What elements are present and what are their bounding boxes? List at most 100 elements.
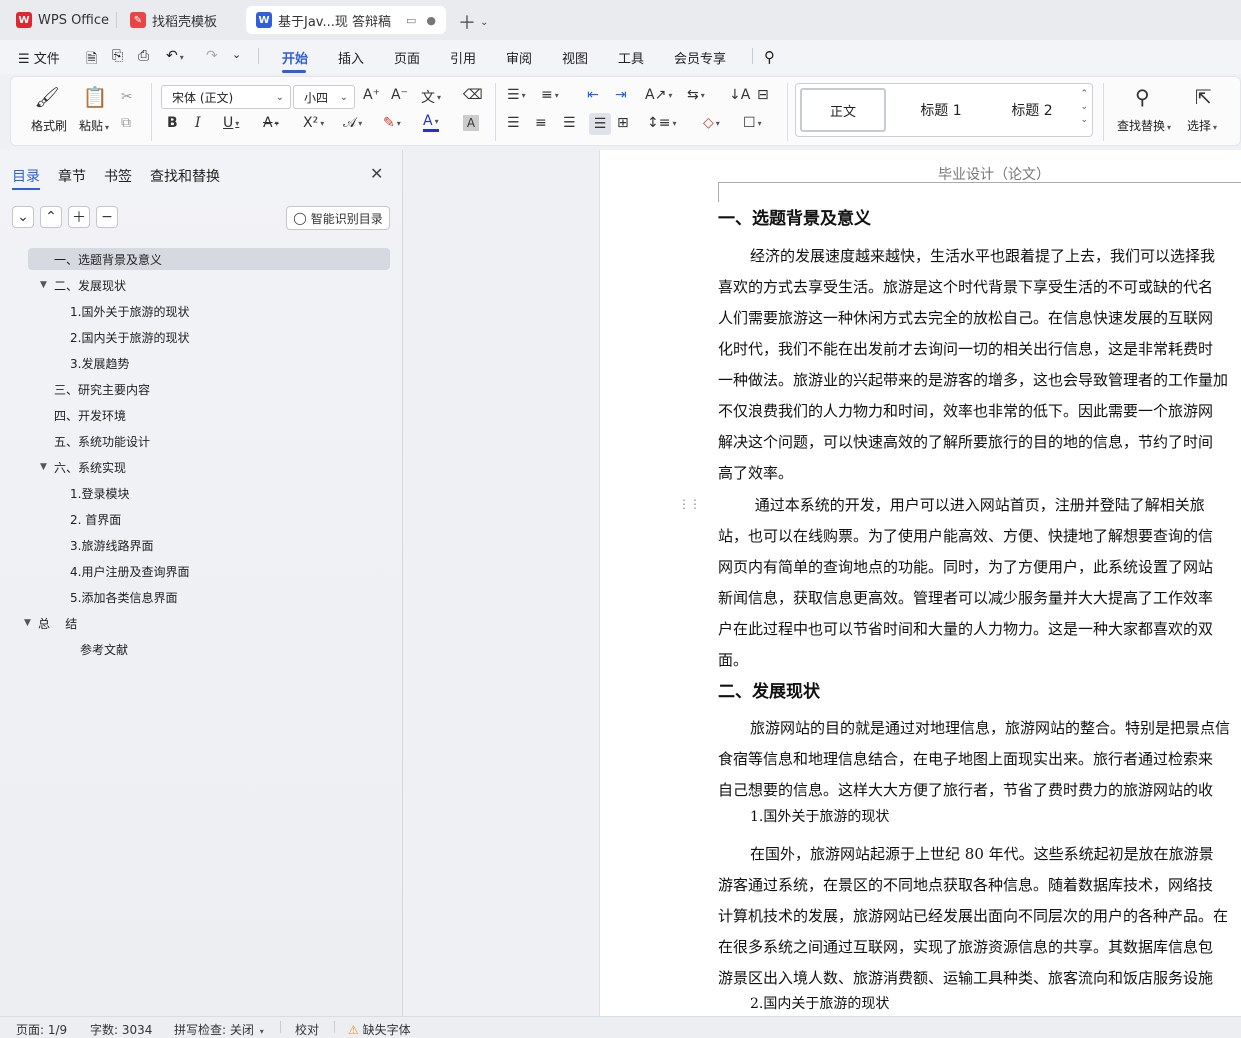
select-cursor-icon[interactable]: ⇱ [1195, 85, 1212, 109]
unsaved-dot-icon[interactable]: ● [426, 14, 436, 27]
font-color-icon[interactable]: A ▾ [423, 113, 439, 132]
toc-item[interactable]: 1.登录模块 [70, 482, 129, 504]
style-scroll[interactable]: ⌃ ⌄ ⌄ [1080, 88, 1088, 127]
format-painter-icon[interactable]: 🖌 [34, 85, 59, 109]
menu-view[interactable]: 视图 [562, 48, 588, 67]
drag-handle-icon[interactable]: ⋮⋮ [678, 497, 701, 511]
toc-item[interactable]: ▼ 六、系统实现 [28, 456, 126, 478]
expand-triangle-icon[interactable]: ▼ [40, 462, 47, 472]
paragraph-shading-icon[interactable]: ◇ ▾ [703, 115, 720, 131]
char-shading-icon[interactable]: A [463, 115, 479, 131]
phonetic-guide-icon[interactable]: 文 ▾ [421, 87, 441, 107]
border-icon[interactable]: ☐ ▾ [743, 115, 762, 131]
toc-item[interactable]: 一、选题背景及意义 [28, 248, 390, 270]
style-normal[interactable]: 正文 [800, 88, 886, 132]
toc-item[interactable]: 4.用户注册及查询界面 [70, 560, 189, 582]
toc-item[interactable]: 参考文献 [80, 638, 128, 660]
undo-icon[interactable]: ↶ ▾ [166, 48, 184, 64]
remove-entry-button[interactable]: − [96, 206, 118, 228]
proofread-button[interactable]: 校对 [295, 1021, 319, 1038]
text-effect-icon[interactable]: 𝒜 ▾ [343, 115, 362, 131]
tab-wps-office[interactable]: W WPS Office [6, 6, 112, 34]
print-preview-icon[interactable]: ⎙ [138, 48, 149, 64]
toc-item[interactable]: 三、研究主要内容 [28, 378, 150, 400]
page-indicator[interactable]: 页面: 1/9 [16, 1021, 67, 1038]
align-right-icon[interactable]: ☰ [563, 115, 576, 131]
select-button[interactable]: 选择 ▾ [1187, 117, 1217, 134]
toc-item[interactable]: ▼ 总 结 [20, 612, 77, 634]
smart-toc-button[interactable]: ◯ 智能识别目录 [286, 206, 390, 230]
menu-tools[interactable]: 工具 [618, 48, 644, 67]
strikethrough-icon[interactable]: A ▾ [263, 115, 279, 131]
tab-bookmarks[interactable]: 书签 [104, 166, 132, 186]
expand-up-button[interactable]: ⌃ [40, 206, 62, 228]
style-heading2[interactable]: 标题 2 [992, 88, 1072, 132]
show-marks-icon[interactable]: ⊟ [757, 87, 769, 103]
chevron-down-icon[interactable]: ⌄ [480, 17, 488, 28]
tab-toc[interactable]: 目录 [12, 166, 40, 186]
menu-review[interactable]: 审阅 [506, 48, 532, 67]
tab-document[interactable]: W 基于Jav...现 答辩稿 ▭ ● [246, 6, 446, 34]
numbered-list-icon[interactable]: ≡ ▾ [541, 87, 559, 103]
toc-item[interactable]: 五、系统功能设计 [28, 430, 150, 452]
clear-format-icon[interactable]: ⌫ [463, 87, 483, 103]
style-heading1[interactable]: 标题 1 [896, 88, 986, 132]
menu-insert[interactable]: 插入 [338, 48, 364, 67]
line-spacing-icon[interactable]: ↕≡ ▾ [647, 115, 676, 131]
sort-icon[interactable]: ⇆ ▾ [687, 87, 705, 103]
search-icon[interactable]: ⚲ [764, 48, 775, 66]
italic-icon[interactable]: I [195, 115, 201, 131]
menu-references[interactable]: 引用 [450, 48, 476, 67]
expand-triangle-icon[interactable]: ▼ [40, 280, 47, 290]
toc-item[interactable]: 1.国外关于旅游的现状 [70, 300, 189, 322]
bullet-list-icon[interactable]: ☰ ▾ [507, 87, 526, 103]
underline-icon[interactable]: U ▾ [223, 115, 239, 131]
toc-item[interactable]: 2.国内关于旅游的现状 [70, 326, 189, 348]
tab-daoke-template[interactable]: ✎ 找稻壳模板 [120, 6, 242, 34]
redo-icon[interactable]: ↷ [206, 48, 218, 64]
format-painter-button[interactable]: 格式刷 [31, 117, 67, 134]
copy-icon[interactable]: ⧉ [121, 115, 131, 131]
menu-page[interactable]: 页面 [394, 48, 420, 67]
save-icon[interactable]: 🗎 [86, 48, 97, 72]
toc-item[interactable]: 5.添加各类信息界面 [70, 586, 177, 608]
toc-item[interactable]: 3.发展趋势 [70, 352, 129, 374]
menu-home[interactable]: 开始 [282, 48, 308, 67]
shrink-font-icon[interactable]: A⁻ [391, 87, 408, 103]
missing-font-button[interactable]: ⚠ 缺失字体 [348, 1021, 411, 1038]
distribute-icon[interactable]: ⊞ [617, 115, 629, 131]
toc-item[interactable]: 3.旅游线路界面 [70, 534, 153, 556]
export-icon[interactable]: ⎘ [112, 48, 123, 64]
toc-item[interactable]: ▼ 二、发展现状 [28, 274, 126, 296]
grow-font-icon[interactable]: A⁺ [363, 87, 380, 103]
close-icon[interactable]: ✕ [370, 164, 383, 183]
menu-vip[interactable]: 会员专享 [674, 48, 726, 67]
file-menu[interactable]: ☰ 文件 [18, 48, 60, 67]
paste-button[interactable]: 粘贴 ▾ [79, 117, 109, 134]
sort-az-icon[interactable]: ↓A [729, 87, 750, 103]
tab-find-replace[interactable]: 查找和替换 [150, 166, 220, 186]
new-tab-button[interactable]: ＋ ⌄ [458, 9, 488, 35]
decrease-indent-icon[interactable]: ⇤ [587, 87, 599, 103]
screen-icon[interactable]: ▭ [406, 14, 416, 27]
word-count[interactable]: 字数: 3034 [90, 1021, 152, 1038]
font-name-select[interactable]: 宋体 (正文) ⌄ [161, 85, 291, 109]
font-size-select[interactable]: 小四 ⌄ [293, 85, 355, 109]
expand-triangle-icon[interactable]: ▼ [24, 618, 31, 628]
superscript-icon[interactable]: X² ▾ [303, 115, 324, 131]
toc-item[interactable]: 2. 首界面 [70, 508, 121, 530]
align-center-icon[interactable]: ≡ [535, 115, 547, 131]
increase-indent-icon[interactable]: ⇥ [615, 87, 627, 103]
find-replace-button[interactable]: 查找替换 ▾ [1117, 117, 1171, 134]
text-direction-icon[interactable]: A↗ ▾ [645, 87, 672, 103]
toc-item[interactable]: 四、开发环境 [28, 404, 126, 426]
tab-sections[interactable]: 章节 [58, 166, 86, 186]
highlight-icon[interactable]: ✎ ▾ [383, 115, 401, 131]
more-chevron-icon[interactable]: ⌄ [232, 48, 241, 61]
spell-check-toggle[interactable]: 拼写检查: 关闭 ▾ [174, 1021, 264, 1038]
align-left-icon[interactable]: ☰ [507, 115, 520, 131]
cut-icon[interactable]: ✂ [121, 89, 133, 105]
paste-icon[interactable]: 📋 [83, 85, 108, 109]
collapse-all-button[interactable]: ⌄ [12, 206, 34, 228]
bold-icon[interactable]: B [167, 115, 178, 131]
